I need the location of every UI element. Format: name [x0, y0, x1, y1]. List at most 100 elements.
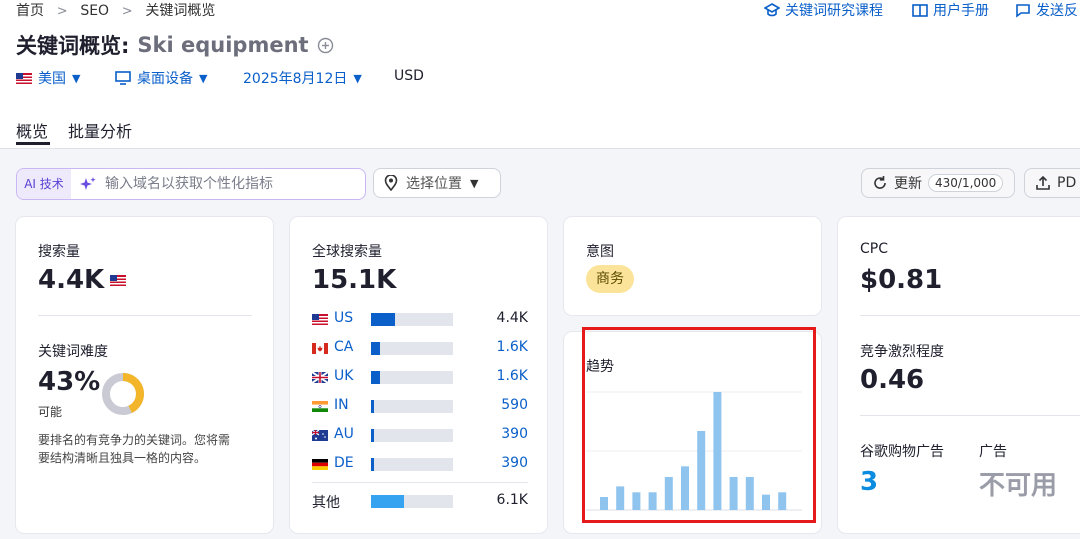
us-flag-icon	[110, 274, 127, 286]
cpc-card: CPC $0.81 竞争激烈程度 0.46 谷歌购物广告 3 广告 不可用	[838, 217, 1080, 533]
course-link[interactable]: 关键词研究课程	[764, 0, 883, 20]
page-title: 关键词概览: Ski equipment	[16, 30, 334, 60]
card-divider	[312, 482, 528, 483]
other-bar-fill	[371, 495, 404, 508]
difficulty-level: 可能	[38, 405, 63, 419]
search-volume-value-group: 4.4K	[38, 265, 127, 295]
country-code: DE	[334, 455, 354, 471]
country-bar-fill	[371, 458, 374, 471]
update-button-label: 更新	[894, 176, 922, 192]
germany-flag-icon	[312, 459, 328, 470]
card-divider	[860, 415, 1080, 416]
country-code: UK	[334, 368, 354, 384]
country-row-other: 其他 6.1K	[312, 492, 528, 512]
country-row-uk[interactable]: UK 1.6K	[312, 368, 528, 388]
tab-bulk-analysis[interactable]: 批量分析	[68, 118, 132, 142]
country-row-de[interactable]: DE 390	[312, 455, 528, 475]
tab-overview[interactable]: 概览	[16, 118, 48, 142]
ads-value: 不可用	[979, 471, 1058, 501]
difficulty-description: 要排名的有竞争力的关键词。您将需 要结构清晰且独具一格的内容。	[38, 431, 230, 467]
country-row-ca[interactable]: CA 1.6K	[312, 339, 528, 359]
graduation-cap-icon	[764, 3, 780, 17]
country-value: 390	[501, 426, 528, 442]
book-icon	[912, 3, 928, 17]
other-value: 6.1K	[496, 492, 528, 508]
tab-divider	[0, 148, 1080, 149]
update-button[interactable]: 更新 430/1,000	[861, 168, 1015, 198]
country-bar	[371, 429, 453, 442]
country-bar-fill	[371, 313, 395, 326]
feedback-icon	[1016, 3, 1030, 18]
australia-flag-icon	[312, 430, 328, 441]
export-pdf-label: PD	[1057, 175, 1077, 191]
ai-tag: AI 技术	[17, 169, 71, 199]
uk-flag-icon	[312, 372, 328, 383]
country-bar	[371, 400, 453, 413]
country-code: AU	[334, 426, 354, 442]
country-select[interactable]: 美国 ▼	[16, 68, 80, 88]
feedback-link-label: 发送反	[1036, 3, 1078, 19]
export-pdf-button[interactable]: PD	[1024, 168, 1080, 198]
chevron-down-icon: ▼	[353, 71, 362, 85]
country-value: 390	[501, 455, 528, 471]
card-divider	[860, 315, 1080, 316]
upload-icon	[1036, 175, 1050, 190]
feedback-link[interactable]: 发送反	[1015, 0, 1078, 20]
competition-value: 0.46	[860, 365, 925, 395]
other-label: 其他	[312, 495, 340, 511]
course-link-label: 关键词研究课程	[785, 3, 883, 19]
manual-link-label: 用户手册	[933, 3, 989, 19]
country-value: 4.4K	[496, 310, 528, 326]
device-select[interactable]: 桌面设备 ▼	[115, 68, 207, 88]
country-code: US	[334, 310, 354, 326]
difficulty-description-line1: 要排名的有竞争力的关键词。您将需	[38, 433, 231, 447]
country-code: CA	[334, 339, 354, 355]
date-select[interactable]: 2025年8月12日 ▼	[243, 68, 362, 88]
search-volume-label: 搜索量	[38, 244, 80, 260]
country-bar	[371, 313, 453, 326]
global-volume-label: 全球搜索量	[312, 244, 382, 260]
intent-card: 意图 商务	[564, 217, 821, 315]
location-select-label: 选择位置	[406, 176, 462, 192]
card-divider	[38, 315, 252, 316]
ads-label: 广告	[979, 444, 1007, 460]
desktop-icon	[115, 70, 131, 85]
country-value: 590	[501, 397, 528, 413]
page-title-keyword: Ski equipment	[137, 33, 309, 57]
chevron-down-icon: ▼	[199, 71, 208, 85]
country-bar-fill	[371, 342, 380, 355]
breadcrumb-seo[interactable]: SEO	[80, 3, 109, 19]
active-tab-indicator	[16, 142, 50, 145]
add-circle-icon[interactable]	[317, 37, 334, 54]
country-code: IN	[334, 397, 349, 413]
country-select-value: 美国	[38, 71, 66, 87]
global-volume-value: 15.1K	[312, 265, 397, 295]
ai-domain-input[interactable]	[105, 169, 355, 199]
country-row-in[interactable]: IN 590	[312, 397, 528, 417]
shopping-ads-value[interactable]: 3	[860, 467, 878, 497]
search-volume-value: 4.4K	[38, 265, 105, 295]
manual-link[interactable]: 用户手册	[912, 0, 989, 20]
volume-difficulty-card: 搜索量 4.4K 关键词难度 43% 可能 要排名的有竞争力的关键词。您将需 要…	[16, 217, 273, 533]
shopping-ads-label: 谷歌购物广告	[860, 444, 944, 460]
breadcrumb: 首页 > SEO > 关键词概览	[16, 0, 215, 20]
country-bar-fill	[371, 429, 374, 442]
sparkle-icon	[80, 177, 96, 190]
difficulty-label: 关键词难度	[38, 344, 108, 360]
currency-label: USD	[394, 68, 424, 84]
intent-badge: 商务	[586, 265, 634, 293]
chevron-down-icon: ▼	[470, 176, 479, 190]
location-select[interactable]: 选择位置 ▼	[373, 168, 501, 198]
country-row-us[interactable]: US 4.4K	[312, 310, 528, 330]
intent-label: 意图	[586, 244, 614, 260]
device-select-value: 桌面设备	[137, 71, 193, 87]
breadcrumb-home[interactable]: 首页	[16, 3, 44, 19]
canada-flag-icon	[312, 343, 328, 354]
country-bar	[371, 458, 453, 471]
us-flag-icon	[16, 72, 32, 84]
country-bar	[371, 342, 453, 355]
chevron-right-icon: >	[48, 4, 76, 19]
country-value: 1.6K	[496, 368, 528, 384]
country-row-au[interactable]: AU 390	[312, 426, 528, 446]
difficulty-donut	[102, 373, 144, 415]
